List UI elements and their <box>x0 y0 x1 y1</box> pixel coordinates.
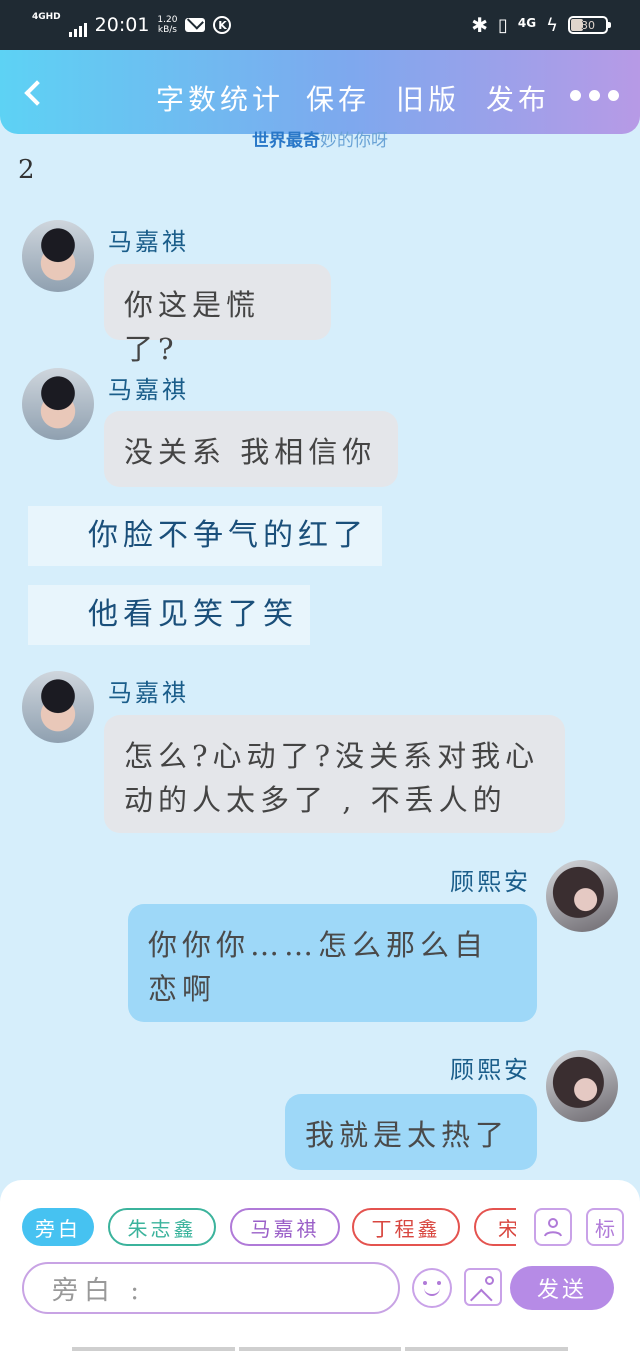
role-chip[interactable]: 丁程鑫 <box>352 1208 460 1246</box>
sender-name: 马嘉祺 <box>108 228 189 256</box>
narration-line[interactable]: 他看见笑了笑 <box>28 585 310 645</box>
character-manage-icon[interactable] <box>534 1208 572 1246</box>
sender-name: 马嘉祺 <box>108 376 189 404</box>
emoji-icon[interactable] <box>412 1268 452 1308</box>
role-chip-narration[interactable]: 旁白 <box>22 1208 94 1246</box>
bluetooth-icon: ✱ <box>471 13 489 37</box>
net-speed: 1.20 kB/s <box>157 15 178 35</box>
charging-icon: ϟ <box>546 14 558 36</box>
sender-name: 马嘉祺 <box>108 679 189 707</box>
message-bubble[interactable]: 没关系 我相信你 <box>104 411 398 487</box>
back-arrow-icon[interactable] <box>18 76 50 108</box>
story-title: 世界最奇妙的你呀 <box>252 131 388 151</box>
message-bubble[interactable]: 我就是太热了 <box>285 1094 537 1170</box>
role-chip[interactable]: 马嘉祺 <box>230 1208 340 1246</box>
message-bubble[interactable]: 你你你……怎么那么自恋啊 <box>128 904 537 1022</box>
message-bubble[interactable]: 你这是慌了? <box>104 264 331 366</box>
battery-level: 30 <box>581 18 595 32</box>
network-type: 4GHD <box>32 12 61 22</box>
status-bar: 4GHD 20:01 1.20 kB/s K ✱ ▯ 4G ϟ 30 <box>0 0 640 50</box>
avatar[interactable] <box>546 860 618 932</box>
k-app-icon: K <box>213 16 232 34</box>
more-options-icon[interactable] <box>570 90 619 101</box>
navigation-bar <box>72 1347 569 1351</box>
sender-name: 顾熙安 <box>450 868 531 896</box>
avatar[interactable] <box>22 220 94 292</box>
send-button[interactable]: 发送 <box>510 1266 614 1310</box>
avatar[interactable] <box>546 1050 618 1122</box>
vibrate-icon: ▯ <box>498 14 508 36</box>
narration-line[interactable]: 你脸不争气的红了 <box>28 506 382 566</box>
image-icon[interactable] <box>464 1268 502 1306</box>
role-chip[interactable]: 朱志鑫 <box>108 1208 216 1246</box>
mail-icon <box>185 18 206 32</box>
tag-button[interactable]: 标 <box>586 1208 624 1246</box>
role-chip[interactable]: 宋 <box>474 1208 516 1246</box>
clock: 20:01 <box>94 14 150 36</box>
battery-icon: 30 <box>568 16 611 34</box>
signal-icon <box>68 23 87 37</box>
sender-name: 顾熙安 <box>450 1056 531 1084</box>
narration-input[interactable]: 旁白 : <box>22 1262 400 1314</box>
message-bubble[interactable]: 怎么?心动了?没关系对我心动的人太多了 , 不丢人的 <box>104 715 565 833</box>
network-type-right: 4G <box>517 16 537 30</box>
avatar[interactable] <box>22 671 94 743</box>
composer-panel: 旁白 朱志鑫 马嘉祺 丁程鑫 宋 标 旁白 : 发送 <box>0 1180 640 1351</box>
word-count-button[interactable]: 字数统计 <box>156 78 284 118</box>
page-number: 2 <box>18 155 35 185</box>
old-version-button[interactable]: 旧版 <box>396 78 460 118</box>
save-button[interactable]: 保存 <box>306 78 370 118</box>
publish-button[interactable]: 发布 <box>486 78 550 118</box>
avatar[interactable] <box>22 368 94 440</box>
editor-header: 字数统计 保存 旧版 发布 <box>0 50 640 134</box>
